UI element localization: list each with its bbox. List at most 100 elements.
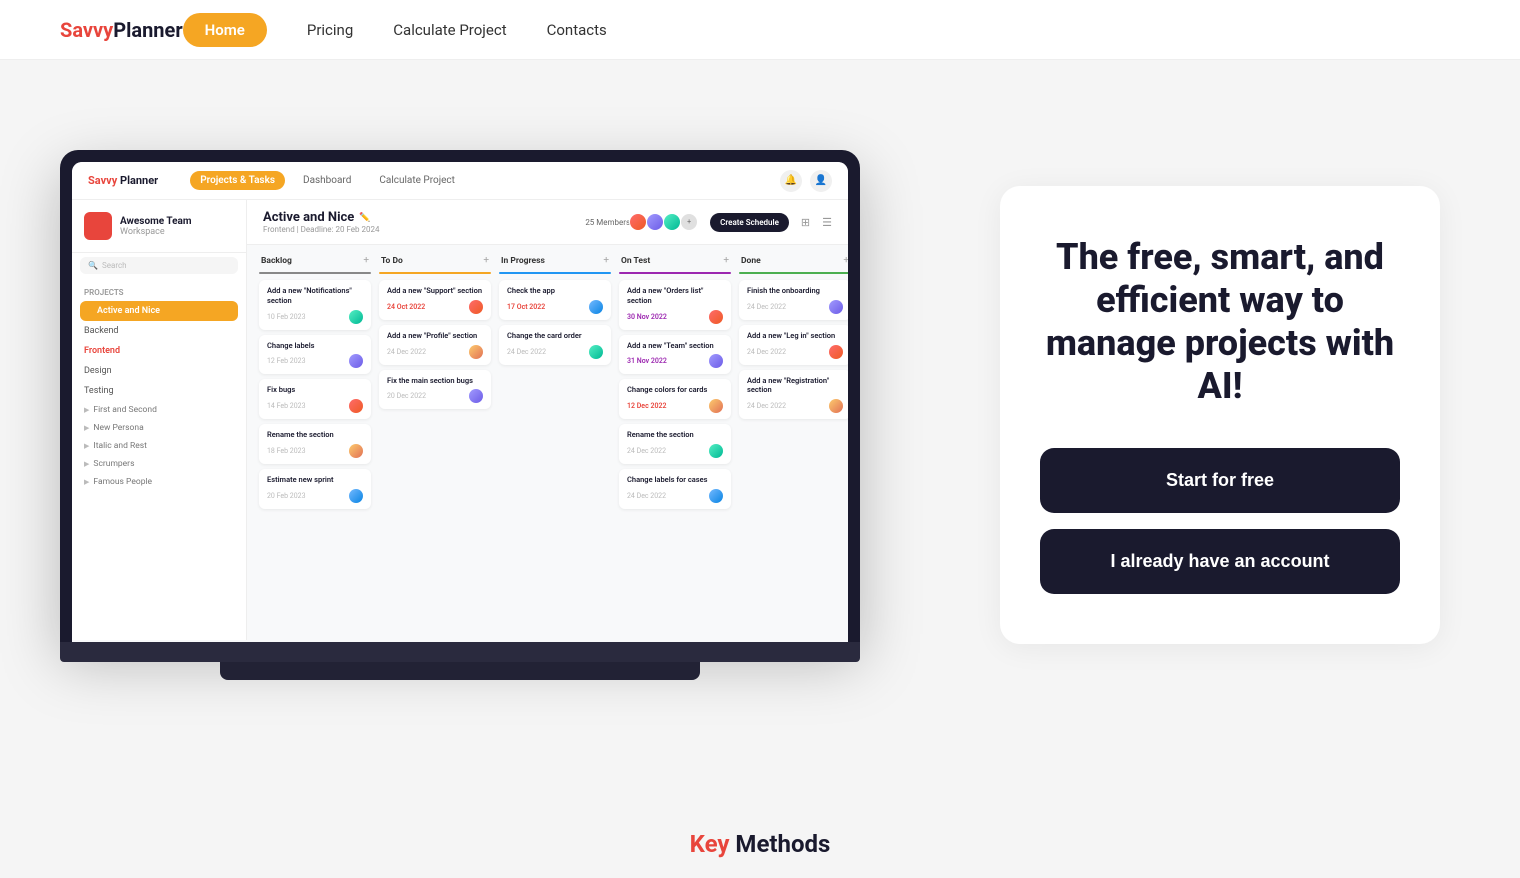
list-icon[interactable]: ☰ [822, 216, 832, 229]
kanban-board: Active and Nice ✏️ Frontend | Deadline: … [247, 200, 848, 640]
col-inprogress: In Progress + Check the app 17 Oct 2022 [495, 255, 615, 620]
col-backlog-header: Backlog + [259, 255, 371, 266]
sidebar-active-project[interactable]: Active and Nice [80, 301, 238, 321]
board-title-group: Active and Nice ✏️ Frontend | Deadline: … [263, 210, 380, 234]
col-done-add[interactable]: + [843, 255, 848, 266]
sidebar-section-label: Projects [72, 280, 246, 301]
app-sidebar: Awesome Team Workspace 🔍 Search Projects… [72, 200, 247, 640]
col-todo-title: To Do [381, 256, 403, 266]
sidebar-group-italic[interactable]: ▶ Italic and Rest [72, 437, 246, 455]
user-avatar-icon[interactable]: 👤 [810, 170, 832, 192]
bottom-section: Key Methods [0, 790, 1520, 878]
avatar [829, 300, 843, 314]
sidebar-item-frontend[interactable]: Frontend [72, 341, 246, 361]
sidebar-item-design[interactable]: Design [72, 361, 246, 381]
sidebar-search[interactable]: 🔍 Search [80, 257, 238, 274]
avatar [709, 444, 723, 458]
card-ontest-5: Change labels for cases 24 Dec 2022 [619, 469, 731, 509]
member-avatar-3 [663, 213, 681, 231]
col-todo-add[interactable]: + [483, 255, 489, 266]
team-header: Awesome Team Workspace [72, 212, 246, 253]
col-ontest-add[interactable]: + [723, 255, 729, 266]
team-info: Awesome Team Workspace [120, 216, 192, 237]
avatar [709, 489, 723, 503]
card-done-1: Finish the onboarding 24 Dec 2022 [739, 280, 848, 320]
col-todo-header: To Do + [379, 255, 491, 266]
notification-icon[interactable]: 🔔 [780, 170, 802, 192]
app-tab-calculate[interactable]: Calculate Project [369, 171, 465, 190]
sidebar-group-first[interactable]: ▶ First and Second [72, 401, 246, 419]
hero-section: Savvy Planner Projects & Tasks Dashboard… [0, 60, 1520, 790]
avatar [589, 300, 603, 314]
sidebar-item-testing[interactable]: Testing [72, 381, 246, 401]
team-icon [84, 212, 112, 240]
cta-card: The free, smart, and efficient way to ma… [1000, 186, 1440, 645]
login-button[interactable]: I already have an account [1040, 529, 1400, 594]
avatar [349, 444, 363, 458]
sidebar-group-famous[interactable]: ▶ Famous People [72, 473, 246, 491]
app-tab-dashboard[interactable]: Dashboard [293, 171, 361, 190]
laptop-screen-inner: Savvy Planner Projects & Tasks Dashboard… [72, 162, 848, 642]
logo-savvy: Savvy [60, 18, 113, 42]
avatar [349, 489, 363, 503]
col-done-title: Done [741, 256, 761, 266]
card-inprogress-1: Check the app 17 Oct 2022 [499, 280, 611, 320]
nav-calculate-link[interactable]: Calculate Project [393, 21, 506, 39]
sidebar-group-scrum[interactable]: ▶ Scrumpers [72, 455, 246, 473]
edit-icon[interactable]: ✏️ [359, 213, 370, 223]
sidebar-group-persona[interactable]: ▶ New Persona [72, 419, 246, 437]
start-free-button[interactable]: Start for free [1040, 448, 1400, 513]
grid-icon[interactable]: ⊞ [801, 216, 810, 229]
member-avatar-more: + [680, 213, 698, 231]
card-todo-2: Add a new "Profile" section 24 Dec 2022 [379, 325, 491, 365]
card-ontest-4: Rename the section 24 Dec 2022 [619, 424, 731, 464]
hero-title: The free, smart, and efficient way to ma… [1040, 236, 1400, 409]
nav-contacts-link[interactable]: Contacts [547, 21, 607, 39]
col-done-header: Done + [739, 255, 848, 266]
board-subtitle: Frontend | Deadline: 20 Feb 2024 [263, 225, 380, 234]
card-backlog-4: Rename the section 18 Feb 2023 [259, 424, 371, 464]
team-name: Awesome Team [120, 216, 192, 227]
avatar [349, 354, 363, 368]
avatar [349, 310, 363, 324]
col-ontest-title: On Test [621, 256, 650, 266]
create-schedule-button[interactable]: Create Schedule [710, 213, 789, 232]
app-content: Awesome Team Workspace 🔍 Search Projects… [72, 200, 848, 640]
col-backlog-add[interactable]: + [363, 255, 369, 266]
card-todo-3: Fix the main section bugs 20 Dec 2022 [379, 370, 491, 410]
avatar [469, 345, 483, 359]
sidebar-item-backend[interactable]: Backend [72, 321, 246, 341]
laptop-stand [220, 662, 700, 680]
col-done: Done + Finish the onboarding 24 Dec 2022 [735, 255, 848, 620]
avatar [829, 345, 843, 359]
app-logo-savvy: Savvy [88, 174, 117, 187]
col-backlog-line [259, 272, 371, 274]
active-project-label: Active and Nice [97, 306, 160, 316]
nav-links: Home Pricing Calculate Project Contacts [183, 13, 607, 47]
col-backlog-title: Backlog [261, 256, 292, 266]
col-inprogress-add[interactable]: + [603, 255, 609, 266]
avatar [709, 399, 723, 413]
card-backlog-1: Add a new "Notifications" section 10 Feb… [259, 280, 371, 330]
col-backlog: Backlog + Add a new "Notifications" sect… [255, 255, 375, 620]
nav-home-link[interactable]: Home [183, 13, 267, 47]
nav-pricing-link[interactable]: Pricing [307, 21, 353, 39]
card-todo-1: Add a new "Support" section 24 Oct 2022 [379, 280, 491, 320]
avatar [709, 354, 723, 368]
key-label: Key [690, 830, 730, 858]
col-todo-line [379, 272, 491, 274]
card-ontest-3: Change colors for cards 12 Dec 2022 [619, 379, 731, 419]
member-avatar-1 [629, 213, 647, 231]
col-ontest-header: On Test + [619, 255, 731, 266]
search-icon: 🔍 [88, 261, 98, 270]
board-members: 25 Members + [585, 213, 698, 231]
card-backlog-2: Change labels 12 Feb 2023 [259, 335, 371, 375]
avatar [469, 389, 483, 403]
board-title: Active and Nice [263, 210, 354, 225]
app-navbar: Savvy Planner Projects & Tasks Dashboard… [72, 162, 848, 200]
card-ontest-2: Add a new "Team" section 31 Nov 2022 [619, 335, 731, 375]
avatar [829, 399, 843, 413]
card-backlog-5: Estimate new sprint 20 Feb 2023 [259, 469, 371, 509]
active-dot [88, 309, 93, 314]
app-tab-projects[interactable]: Projects & Tasks [190, 171, 285, 190]
